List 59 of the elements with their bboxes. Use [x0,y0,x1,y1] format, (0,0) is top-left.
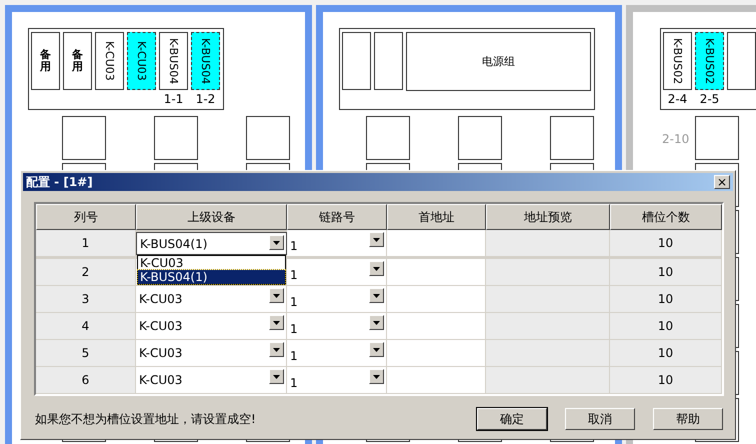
link-combo[interactable]: 1 [287,313,387,340]
close-button[interactable]: × [714,175,730,189]
table-cell: 6 [36,367,136,394]
rack-slot[interactable] [727,32,756,90]
hint-text: 如果您不想为槽位设置地址，请设置成空! [35,410,256,428]
dialog-button[interactable]: 取消 [565,408,635,430]
table-cell: 10 [610,367,722,394]
rack-slot[interactable] [342,32,371,90]
address-field[interactable] [387,230,486,257]
rack-slot[interactable]: 备用 [31,32,60,90]
address-field[interactable] [387,313,486,340]
rack-slot[interactable]: K-BUS04 [191,32,220,90]
column-header[interactable]: 上级设备 [136,204,287,230]
device-combo[interactable]: K-CU03 [136,286,287,313]
slot-address: 2-5 [700,92,720,106]
link-combo[interactable]: 1 [287,259,387,286]
address-field[interactable] [387,286,486,313]
table-cell: 3 [36,286,136,313]
slot-address: 2-10 [662,132,690,146]
rack-slot[interactable]: K-BUS04 [159,32,188,90]
address-field[interactable] [387,259,486,286]
table-cell: 10 [610,286,722,313]
table-cell: 5 [36,340,136,367]
column-header[interactable]: 槽位个数 [610,204,722,230]
table-cell: 10 [610,259,722,286]
rack-slot[interactable] [374,32,403,90]
column-header[interactable]: 链路号 [287,204,387,230]
address-field[interactable] [387,367,486,394]
rack-slot[interactable]: K-BUS02 [663,32,692,90]
column-header[interactable]: 列号 [36,204,136,230]
slot-address: 1-1 [164,92,184,106]
column-header[interactable]: 首地址 [387,204,486,230]
rack-slot[interactable]: 电源组 [406,32,591,91]
link-combo[interactable]: 1 [287,340,387,367]
window-title: 配置 - [1#] [26,174,93,190]
device-combo[interactable]: K-CU03 [136,367,287,394]
rack-slot[interactable]: 备用 [63,32,92,90]
table-cell: 10 [610,340,722,367]
rack-slot[interactable]: K-BUS02 [695,32,724,90]
slot-address: 1-2 [196,92,216,106]
table-cell: 10 [610,313,722,340]
link-combo[interactable]: 1 [287,230,387,257]
device-combo[interactable]: K-CU03 [136,340,287,367]
table-cell: 10 [610,230,722,257]
rack-slot[interactable]: K-CU03 [95,32,124,90]
dropdown-option[interactable]: K-CU03 [138,256,285,270]
table-cell: 1 [36,230,136,257]
table-cell: 2 [36,259,136,286]
address-field[interactable] [387,340,486,367]
device-combo[interactable]: K-CU03 [136,313,287,340]
dialog-button[interactable]: 帮助 [653,408,723,430]
rack-slot[interactable]: K-CU03 [127,32,156,90]
dropdown-option[interactable]: K-BUS04(1) [138,270,285,284]
dialog-button[interactable]: 确定 [477,408,547,430]
column-header[interactable]: 地址预览 [486,204,610,230]
link-combo[interactable]: 1 [287,367,387,394]
slot-address: 2-4 [668,92,688,106]
table-cell: 4 [36,313,136,340]
link-combo[interactable]: 1 [287,286,387,313]
